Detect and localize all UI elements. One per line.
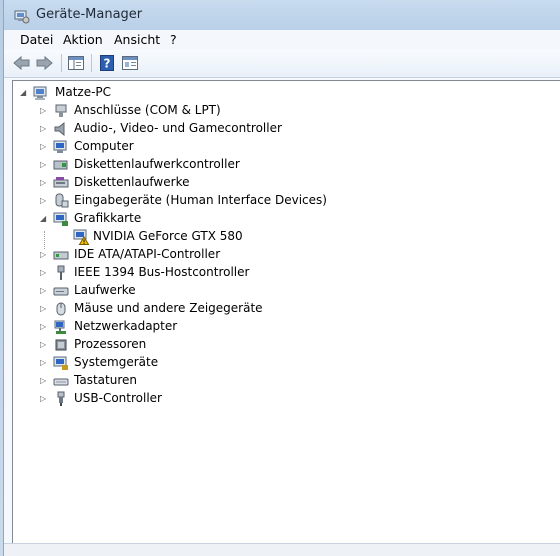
system-device-icon (53, 356, 68, 370)
tree-item-label: USB-Controller (74, 391, 162, 405)
forward-button[interactable] (34, 54, 54, 72)
help-button[interactable]: ? (97, 54, 117, 72)
tree-item-label: Diskettenlaufwerkcontroller (74, 157, 240, 171)
help-icon: ? (100, 55, 114, 71)
tree-item-systemgeräte[interactable]: ▷ Systemgeräte (13, 354, 553, 372)
display-warning-icon (73, 229, 89, 245)
menu-datei[interactable]: Datei (17, 31, 56, 48)
tree-item-usb-controller[interactable]: ▷ USB-Controller (13, 390, 553, 408)
firewire-icon (57, 265, 65, 280)
toolbar-separator (61, 54, 62, 72)
tree-item-label: IDE ATA/ATAPI-Controller (74, 247, 221, 261)
device-manager-window: Geräte-Manager Datei Aktion Ansicht ? ? … (0, 0, 560, 556)
tree-item-label: Anschlüsse (COM & LPT) (74, 103, 221, 117)
tree-item-mäuse-und-andere-zeigegeräte[interactable]: ▷ Mäuse und andere Zeigegeräte (13, 300, 553, 318)
tree-item-diskettenlaufwerke[interactable]: ▷ Diskettenlaufwerke (13, 174, 553, 192)
usb-icon (57, 391, 65, 406)
tree-item-eingabegeräte-human-interface-devices[interactable]: ▷ Eingabegeräte (Human Interface Devices) (13, 192, 553, 210)
tree-root-label: Matze-PC (55, 85, 112, 99)
tree-item-label: Eingabegeräte (Human Interface Devices) (74, 193, 327, 207)
keyboard-icon (53, 378, 69, 386)
collapse-arrow-icon[interactable]: ◢ (20, 88, 28, 98)
tree-item-laufwerke[interactable]: ▷ Laufwerke (13, 282, 553, 300)
tree-item-label: IEEE 1394 Bus-Hostcontroller (74, 265, 250, 279)
tree-guide-line (44, 231, 45, 249)
status-bar (4, 543, 560, 556)
title-bar[interactable]: Geräte-Manager (4, 0, 560, 30)
tree-item-label: Grafikkarte (74, 211, 142, 225)
arrow-left-icon (13, 55, 30, 71)
tree-item-diskettenlaufwerkcontroller[interactable]: ▷ Diskettenlaufwerkcontroller (13, 156, 553, 174)
expand-arrow-icon[interactable]: ▷ (40, 340, 48, 350)
floppy-controller-icon (53, 160, 68, 170)
tree-item-grafikkarte[interactable]: ◢ Grafikkarte (13, 210, 553, 228)
tree-item-prozessoren[interactable]: ▷ Prozessoren (13, 336, 553, 354)
expand-arrow-icon[interactable]: ▷ (40, 124, 48, 134)
properties-button[interactable] (120, 54, 140, 72)
expand-arrow-icon[interactable]: ▷ (40, 304, 48, 314)
tree-item-audio-video-und-gamecontroller[interactable]: ▷ Audio-, Video- und Gamecontroller (13, 120, 553, 138)
tree-item-label: Computer (74, 139, 134, 153)
expand-arrow-icon[interactable]: ▷ (40, 322, 48, 332)
tree-item-tastaturen[interactable]: ▷ Tastaturen (13, 372, 553, 390)
toolbar: ? (4, 50, 560, 78)
collapse-arrow-icon[interactable]: ◢ (40, 214, 48, 224)
tree-item-anschlüsse-com-lpt[interactable]: ▷ Anschlüsse (COM & LPT) (13, 102, 553, 120)
processor-icon (55, 339, 67, 351)
menu-bar: Datei Aktion Ansicht ? (4, 30, 560, 50)
tree-item-nvidia-geforce-gtx-580[interactable]: NVIDIA GeForce GTX 580 (13, 228, 553, 246)
tree-root[interactable]: ◢ Matze-PC (13, 84, 553, 102)
ide-controller-icon (53, 251, 69, 260)
hid-icon (55, 193, 69, 208)
computer-root-icon (33, 86, 47, 100)
tree-item-label: Diskettenlaufwerke (74, 175, 190, 189)
window-frame-left (0, 0, 4, 556)
display-adapter-icon (53, 212, 68, 226)
device-manager-icon (14, 10, 30, 24)
tree-item-label: Laufwerke (74, 283, 136, 297)
expand-arrow-icon[interactable]: ▷ (40, 196, 48, 206)
network-adapter-icon (54, 320, 66, 334)
mouse-icon (56, 302, 66, 316)
window-title: Geräte-Manager (36, 7, 143, 22)
expand-arrow-icon[interactable]: ▷ (40, 106, 48, 116)
svg-text:?: ? (104, 57, 111, 71)
properties-icon (122, 56, 138, 70)
device-tree-pane[interactable]: ◢ Matze-PC ▷ Anschlüsse (COM & LPT) ▷ Audio… (12, 80, 560, 544)
toolbar-separator (91, 54, 92, 72)
console-tree-button[interactable] (66, 54, 86, 72)
tree-item-label: Mäuse und andere Zeigegeräte (74, 301, 263, 315)
tree-item-ieee-1394-bus-hostcontroller[interactable]: ▷ IEEE 1394 Bus-Hostcontroller (13, 264, 553, 282)
expand-arrow-icon[interactable]: ▷ (40, 376, 48, 386)
tree-item-label: NVIDIA GeForce GTX 580 (93, 229, 243, 243)
computer-icon (53, 140, 67, 153)
arrow-right-icon (36, 55, 53, 71)
expand-arrow-icon[interactable]: ▷ (40, 160, 48, 170)
menu-ansicht[interactable]: Ansicht (111, 31, 163, 48)
disk-drive-icon (53, 287, 69, 296)
expand-arrow-icon[interactable]: ▷ (40, 286, 48, 296)
tree-item-label: Systemgeräte (74, 355, 159, 369)
tree-item-ide-ata-atapi-controller[interactable]: ▷ IDE ATA/ATAPI-Controller (13, 246, 553, 264)
tree-item-label: Audio-, Video- und Gamecontroller (74, 121, 282, 135)
floppy-drive-icon (53, 177, 69, 188)
menu-aktion[interactable]: Aktion (60, 31, 106, 48)
tree-item-computer[interactable]: ▷ Computer (13, 138, 553, 156)
speaker-icon (54, 121, 65, 137)
tree-item-label: Tastaturen (74, 373, 137, 387)
tree-item-label: Netzwerkadapter (74, 319, 178, 333)
console-tree-icon (68, 56, 84, 70)
port-icon (55, 104, 67, 117)
expand-arrow-icon[interactable]: ▷ (40, 268, 48, 278)
menu-help[interactable]: ? (167, 31, 180, 48)
expand-arrow-icon[interactable]: ▷ (40, 394, 48, 404)
expand-arrow-icon[interactable]: ▷ (40, 178, 48, 188)
tree-item-netzwerkadapter[interactable]: ▷ Netzwerkadapter (13, 318, 553, 336)
expand-arrow-icon[interactable]: ▷ (40, 142, 48, 152)
tree-item-label: Prozessoren (74, 337, 147, 351)
back-button[interactable] (12, 54, 32, 72)
expand-arrow-icon[interactable]: ▷ (40, 250, 48, 260)
expand-arrow-icon[interactable]: ▷ (40, 358, 48, 368)
